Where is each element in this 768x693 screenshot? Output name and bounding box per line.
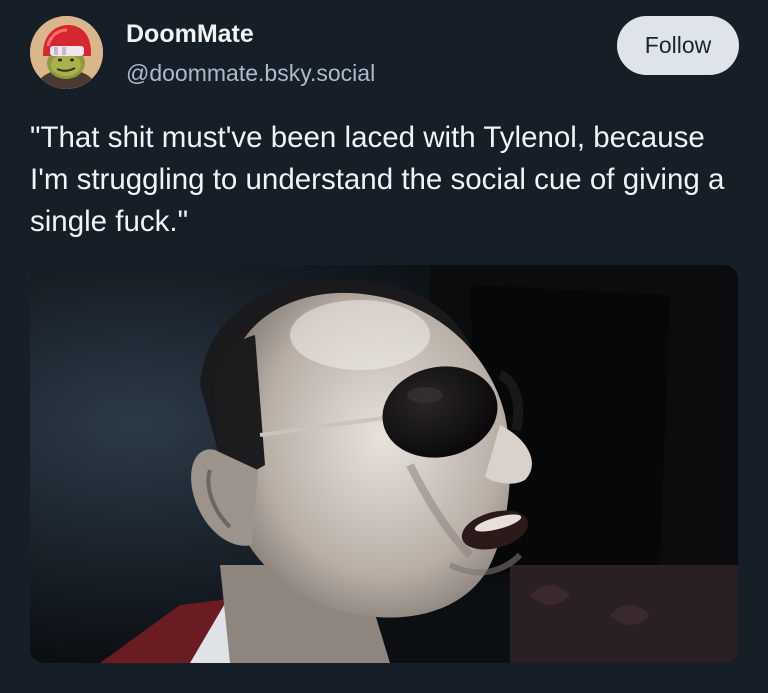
- follow-button[interactable]: Follow: [617, 16, 739, 75]
- post-image[interactable]: [30, 265, 738, 663]
- avatar[interactable]: [30, 16, 103, 89]
- display-name[interactable]: DoomMate: [126, 20, 254, 49]
- post-card: DoomMate @doommate.bsky.social Follow "T…: [0, 0, 768, 693]
- post-text: "That shit must've been laced with Tylen…: [30, 121, 725, 238]
- cartoon-character-red-helmet-icon: [30, 16, 103, 89]
- user-handle[interactable]: @doommate.bsky.social: [126, 60, 375, 87]
- man-with-sunglasses-photo: [30, 265, 738, 663]
